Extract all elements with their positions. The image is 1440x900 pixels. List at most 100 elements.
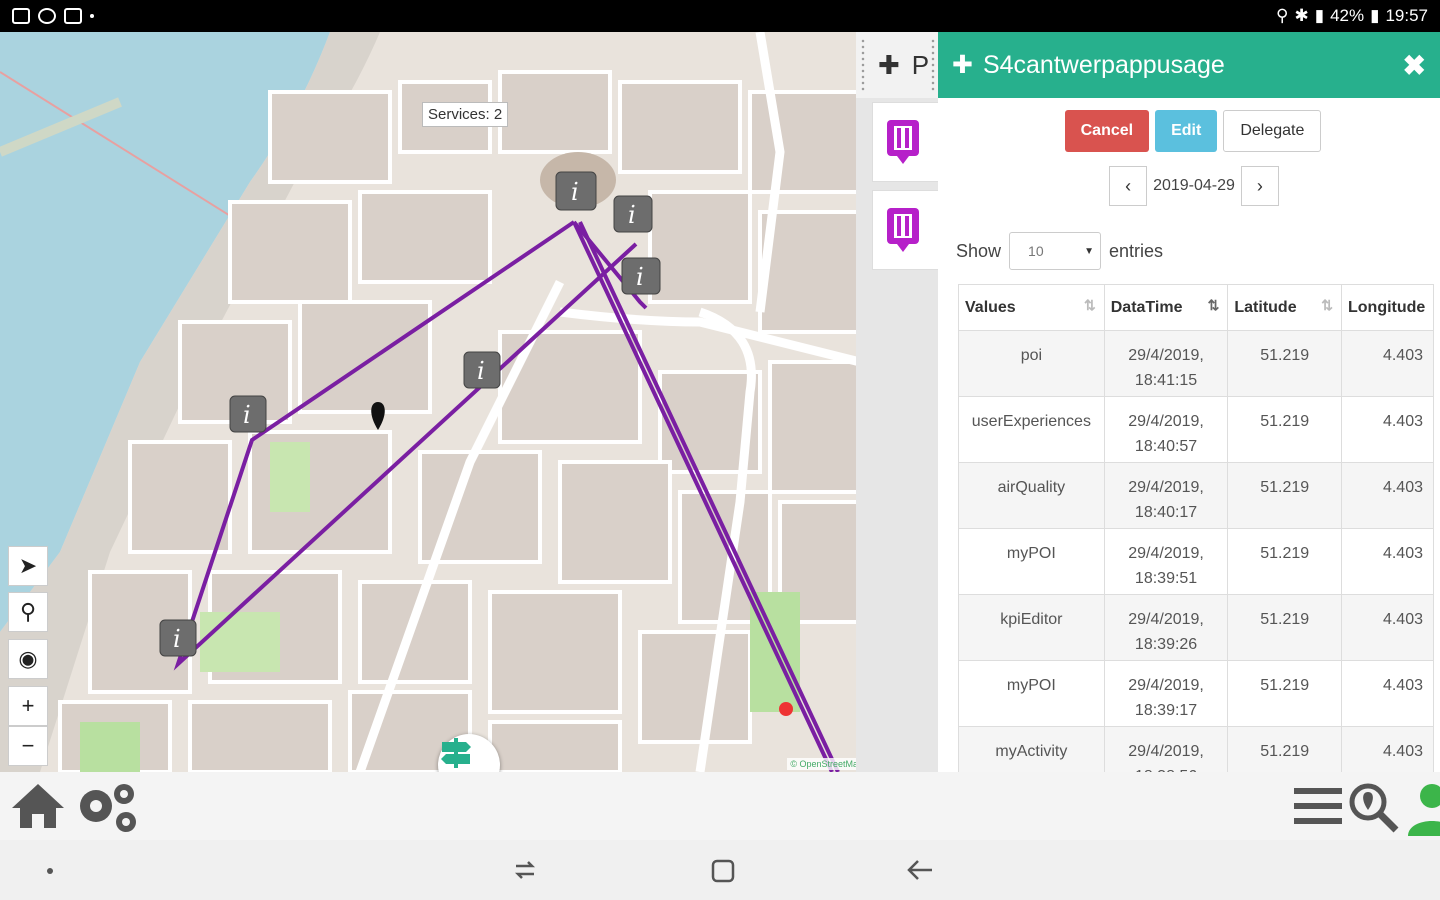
column-header-label: Values — [965, 298, 1016, 316]
collapsed-panel-header[interactable]: ✚ P — [856, 32, 940, 98]
table-row[interactable]: poi 29/4/2019, 18:41:15 51.219 4.403 — [958, 330, 1434, 397]
cell-datetime: 29/4/2019, 18:39:17 — [1103, 660, 1229, 727]
user-icon[interactable] — [1404, 780, 1440, 836]
signpost-icon — [441, 738, 471, 768]
zoom-out-button[interactable]: − — [8, 726, 48, 766]
status-bar-notifications — [12, 8, 94, 24]
sort-icon: ⇅ — [1321, 297, 1333, 313]
poi-card[interactable] — [872, 102, 940, 182]
sort-desc-icon: ⇅ — [1207, 297, 1220, 313]
home-icon[interactable] — [8, 780, 68, 832]
cell-datetime: 29/4/2019, 18:38:56 — [1103, 726, 1229, 772]
collapsed-panel: ✚ P — [856, 32, 940, 772]
cell-longitude: 4.403 — [1341, 396, 1434, 463]
table-body: poi 29/4/2019, 18:41:15 51.219 4.403 userExpe… — [958, 330, 1434, 772]
cell-latitude: 51.219 — [1227, 594, 1342, 661]
cell-latitude: 51.219 — [1227, 726, 1342, 772]
cell-value: myActivity — [958, 726, 1105, 772]
back-icon[interactable] — [906, 858, 934, 882]
page-size-control: Show 10 ▼ entries — [956, 232, 1163, 270]
locate-me-icon[interactable]: ◉ — [8, 639, 48, 679]
detail-panel: ✚ S4cantwerpappusage ✖ Cancel Edit Deleg… — [938, 32, 1440, 772]
bluetooth-icon: ✱ — [1294, 6, 1309, 25]
drag-handle[interactable] — [930, 38, 936, 92]
column-header-latitude[interactable]: Latitude ⇅ — [1227, 284, 1342, 331]
panel-title: S4cantwerpappusage — [982, 50, 1225, 79]
cell-longitude: 4.403 — [1341, 528, 1434, 595]
menu-icon[interactable] — [1292, 780, 1344, 832]
collapsed-panel-label: P — [911, 49, 930, 80]
battery-icon: ▮ — [1370, 6, 1380, 25]
cell-time: 18:39:51 — [1134, 570, 1198, 587]
column-header-longitude[interactable]: Longitude — [1341, 284, 1434, 331]
panel-header: ✚ S4cantwerpappusage ✖ — [938, 32, 1440, 98]
system-navigation-bar — [0, 840, 1440, 900]
close-icon[interactable]: ✖ — [1403, 49, 1426, 82]
table-row[interactable]: airQuality 29/4/2019, 18:40:17 51.219 4.403 — [958, 462, 1434, 529]
navigate-icon[interactable]: ➤ — [8, 546, 48, 586]
park — [270, 442, 310, 512]
poi-card[interactable] — [872, 190, 940, 270]
services-tooltip: Services: 2 — [422, 102, 509, 127]
cell-time: 18:40:57 — [1134, 438, 1198, 455]
next-date-button[interactable]: › — [1240, 166, 1279, 206]
cell-latitude: 51.219 — [1227, 660, 1342, 727]
search-map-icon[interactable] — [1346, 780, 1402, 836]
column-header-values[interactable]: Values ⇅ — [958, 284, 1105, 331]
home-nav-icon[interactable] — [710, 858, 736, 884]
cell-latitude: 51.219 — [1227, 330, 1342, 397]
column-header-datatime[interactable]: DataTime ⇅ — [1103, 284, 1229, 331]
entries-label: entries — [1109, 240, 1164, 261]
cell-value: userExperiences — [958, 396, 1105, 463]
screenshot-icon — [64, 8, 82, 24]
map-view[interactable]: i i i i i i Services: 2 ➤ ⚲ ◉ + − © Open… — [0, 32, 868, 772]
svg-text:i: i — [477, 357, 485, 385]
previous-date-button[interactable]: ‹ — [1109, 166, 1148, 206]
status-bar-system: ⚲ ✱ ▮ 42% ▮ 19:57 — [1276, 6, 1428, 26]
column-header-label: Latitude — [1234, 298, 1297, 316]
signal-icon: ▮ — [1314, 6, 1325, 25]
table-row[interactable]: myActivity 29/4/2019, 18:38:5651.2194.403 — [958, 726, 1434, 772]
add-icon[interactable]: ✚ — [952, 50, 973, 80]
table-row[interactable]: myPOI 29/4/2019, 18:39:51 51.219 4.403 — [958, 528, 1434, 595]
page-size-select[interactable]: 10 ▼ — [1009, 232, 1102, 270]
cell-datetime: 29/4/2019, 18:40:17 — [1103, 462, 1229, 529]
pin-location-icon[interactable]: ⚲ — [8, 592, 48, 632]
cell-datetime: 29/4/2019, 18:40:57 — [1103, 396, 1229, 463]
map-canvas: i i i i i i — [0, 32, 862, 772]
cell-date: 29/4/2019, — [1128, 347, 1204, 364]
more-notifications-icon — [90, 14, 94, 18]
add-icon: ✚ — [878, 49, 900, 80]
map-attribution[interactable]: © OpenStreetMap — [787, 758, 866, 770]
sort-icon: ⇅ — [1084, 297, 1096, 313]
data-table: Values ⇅ DataTime ⇅ Latitude ⇅ Longitude po… — [958, 284, 1434, 772]
cell-datetime: 29/4/2019, 18:39:51 — [1103, 528, 1229, 595]
page-size-value: 10 — [1028, 243, 1044, 259]
svg-text:i: i — [571, 178, 579, 206]
table-row[interactable]: myPOI 29/4/2019, 18:39:17 51.219 4.403 — [958, 660, 1434, 727]
table-row[interactable]: kpiEditor 29/4/2019, 18:39:26 51.219 4.403 — [958, 594, 1434, 661]
table-row[interactable]: userExperiences 29/4/2019, 18:40:57 51.219 4… — [958, 396, 1434, 463]
park — [200, 612, 280, 672]
cell-value: kpiEditor — [958, 594, 1105, 661]
location-icon: ⚲ — [1276, 6, 1289, 25]
cell-latitude: 51.219 — [1227, 462, 1342, 529]
action-buttons: Cancel Edit Delegate — [938, 110, 1440, 152]
delegate-button[interactable]: Delegate — [1223, 110, 1322, 152]
settings-icon[interactable] — [72, 780, 142, 836]
cell-value: airQuality — [958, 462, 1105, 529]
cell-longitude: 4.403 — [1341, 660, 1434, 727]
recent-apps-icon[interactable] — [512, 858, 538, 882]
cell-time: 18:38:56 — [1105, 764, 1228, 772]
date-navigator: ‹ 2019-04-29 › — [938, 166, 1440, 206]
table-header-row: Values ⇅ DataTime ⇅ Latitude ⇅ Longitude — [958, 284, 1434, 331]
cancel-button[interactable]: Cancel — [1064, 110, 1150, 152]
panel-title-group: ✚ S4cantwerpappusage — [952, 50, 1225, 80]
cell-date: 29/4/2019, — [1128, 479, 1204, 496]
poi-marker-icon — [887, 208, 919, 252]
drag-handle[interactable] — [860, 38, 866, 92]
zoom-in-button[interactable]: + — [8, 686, 48, 726]
cell-date: 29/4/2019, — [1128, 545, 1204, 562]
cell-value: poi — [958, 330, 1105, 397]
edit-button[interactable]: Edit — [1155, 110, 1218, 152]
